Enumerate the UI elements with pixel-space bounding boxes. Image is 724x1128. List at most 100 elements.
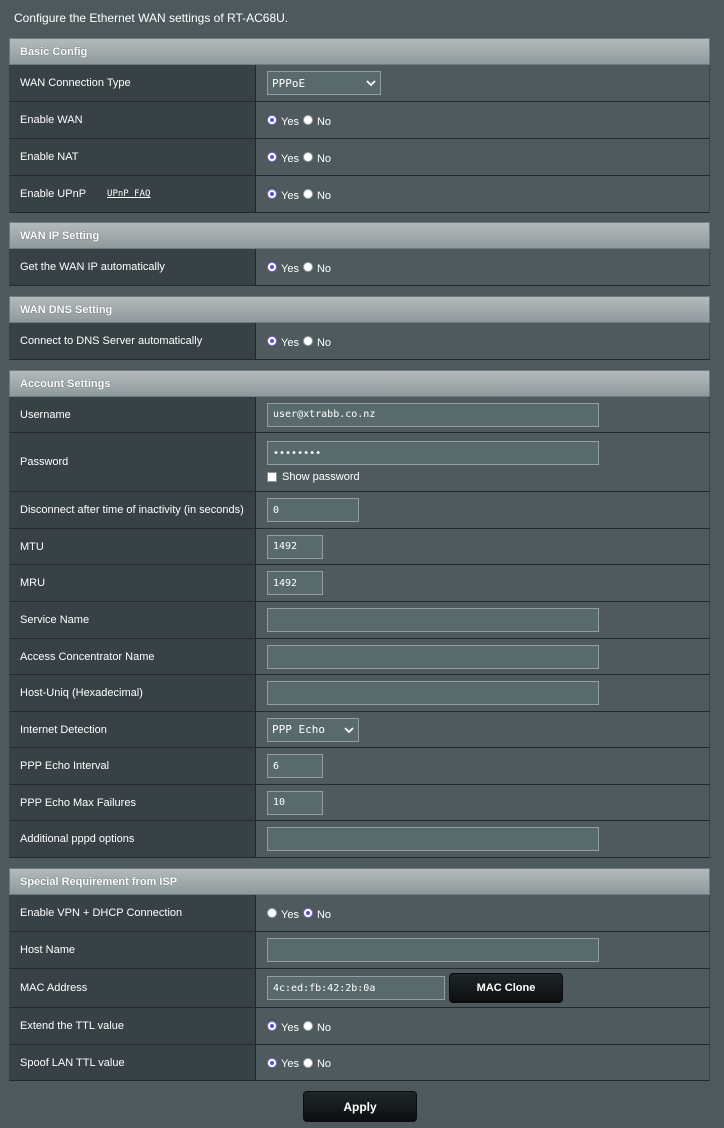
account-settings-section: Account Settings Username user@xtrabb.co… [9,370,710,858]
page-description: Configure the Ethernet WAN settings of R… [14,11,289,25]
basic-config-section: Basic Config WAN Connection Type PPPoE E… [9,38,710,213]
dns-auto-yes[interactable]: Yes [267,334,299,349]
username-label: Username [10,397,256,432]
row-access-concentrator: Access Concentrator Name [9,639,710,675]
extend-ttl-label: Extend the TTL value [10,1008,256,1044]
spoof-ttl-label: Spoof LAN TTL value [10,1045,256,1080]
wan-ip-auto-no[interactable]: No [302,260,332,275]
row-wan-ip-auto: Get the WAN IP automatically Yes No [9,249,710,286]
pppd-options-input[interactable] [267,827,599,851]
enable-wan-yes[interactable]: Yes [267,113,299,128]
vpn-dhcp-label: Enable VPN + DHCP Connection [10,895,256,931]
service-name-input[interactable] [267,608,599,632]
radio-label: Yes [281,908,299,921]
radio-label: Yes [281,152,299,165]
radio-label: No [316,262,332,275]
checkbox-icon [267,472,277,482]
radio-label: Yes [281,189,299,202]
radio-label: No [316,1021,332,1034]
enable-upnp-label: Enable UPnP [20,188,87,200]
upnp-faq-link[interactable]: UPnP FAQ [107,189,150,199]
internet-detection-label: Internet Detection [10,712,256,747]
row-service-name: Service Name [9,602,710,639]
echo-interval-label: PPP Echo Interval [10,748,256,784]
radio-icon [302,152,313,162]
vpn-dhcp-radio-group: Yes No [267,906,335,921]
radio-icon [302,115,313,125]
row-username: Username user@xtrabb.co.nz [9,397,710,433]
internet-detection-value: PPP Echo [272,723,325,736]
wan-type-label: WAN Connection Type [10,65,256,101]
extend-ttl-radio-group: Yes No [267,1019,335,1034]
password-input[interactable]: •••••••• [267,441,599,465]
dns-auto-no[interactable]: No [302,334,332,349]
dns-auto-radio-group: Yes No [267,334,335,349]
enable-wan-label: Enable WAN [10,102,256,138]
isp-requirements-section: Special Requirement from ISP Enable VPN … [9,868,710,1081]
echo-failures-input[interactable]: 10 [267,790,323,815]
section-header: Special Requirement from ISP [9,868,710,895]
mtu-label: MTU [10,529,256,564]
spoof-ttl-yes[interactable]: Yes [267,1055,299,1070]
wan-ip-auto-yes[interactable]: Yes [267,260,299,275]
dns-auto-label: Connect to DNS Server automatically [10,323,256,359]
radio-icon [302,1057,313,1068]
wan-ip-auto-radio-group: Yes No [267,260,335,275]
show-password-label: Show password [282,471,360,483]
access-concentrator-input[interactable] [267,644,599,669]
chevron-down-icon [366,80,376,87]
radio-checked-icon [267,152,277,162]
row-enable-upnp: Enable UPnP UPnP FAQ Yes No [9,176,710,213]
host-name-label: Host Name [10,932,256,968]
row-mac-address: MAC Address 4c:ed:fb:42:2b:0a MAC Clone [9,969,710,1008]
extend-ttl-yes[interactable]: Yes [267,1019,299,1034]
internet-detection-select[interactable]: PPP Echo [267,717,359,742]
row-mru: MRU 1492 [9,565,710,602]
mtu-input[interactable]: 1492 [267,534,323,559]
radio-label: No [316,336,332,349]
radio-label: No [316,908,332,921]
idle-timeout-input[interactable]: 0 [267,498,359,522]
row-pppd-options: Additional pppd options [9,821,710,858]
mru-input[interactable]: 1492 [267,571,323,595]
row-password: Password •••••••• Show password [9,433,710,492]
enable-upnp-yes[interactable]: Yes [267,187,299,202]
radio-label: Yes [281,336,299,349]
row-idle-timeout: Disconnect after time of inactivity (in … [9,492,710,529]
vpn-dhcp-no[interactable]: No [302,906,332,921]
username-input[interactable]: user@xtrabb.co.nz [267,402,599,427]
mac-clone-button[interactable]: MAC Clone [449,973,563,1003]
section-header: WAN DNS Setting [9,296,710,323]
row-enable-nat: Enable NAT Yes No [9,139,710,176]
spoof-ttl-radio-group: Yes No [267,1055,335,1070]
row-host-name: Host Name [9,932,710,969]
apply-button[interactable]: Apply [303,1091,417,1122]
host-name-input[interactable] [267,938,599,962]
enable-upnp-no[interactable]: No [302,187,331,202]
echo-failures-label: PPP Echo Max Failures [10,785,256,820]
echo-interval-input[interactable]: 6 [267,754,323,778]
radio-checked-icon [267,262,277,272]
enable-wan-no[interactable]: No [302,113,331,128]
radio-label: Yes [281,262,299,275]
host-uniq-input[interactable] [267,681,599,705]
enable-nat-label: Enable NAT [10,139,256,175]
radio-icon [302,189,313,199]
spoof-ttl-no[interactable]: No [302,1055,331,1070]
row-echo-interval: PPP Echo Interval 6 [9,748,710,785]
wan-type-select[interactable]: PPPoE [267,71,381,95]
row-wan-type: WAN Connection Type PPPoE [9,65,710,102]
row-vpn-dhcp: Enable VPN + DHCP Connection Yes No [9,895,710,932]
show-password-checkbox[interactable]: Show password [267,471,360,483]
idle-timeout-label: Disconnect after time of inactivity (in … [10,492,256,528]
pppd-options-label: Additional pppd options [10,821,256,857]
radio-label: Yes [281,1021,299,1034]
mac-address-input[interactable]: 4c:ed:fb:42:2b:0a [267,976,445,1000]
extend-ttl-no[interactable]: No [302,1019,332,1034]
wan-dns-section: WAN DNS Setting Connect to DNS Server au… [9,296,710,360]
vpn-dhcp-yes[interactable]: Yes [267,906,299,921]
radio-label: No [316,152,332,165]
enable-nat-no[interactable]: No [302,150,332,165]
enable-nat-yes[interactable]: Yes [267,150,299,165]
section-header: WAN IP Setting [9,222,710,249]
